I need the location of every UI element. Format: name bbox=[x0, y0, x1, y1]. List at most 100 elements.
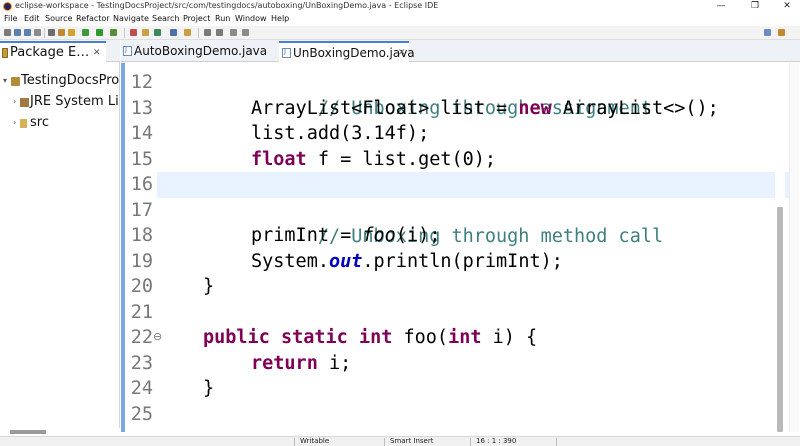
print-icon[interactable] bbox=[34, 29, 41, 36]
close-icon[interactable]: ✕ bbox=[398, 48, 406, 58]
library-icon bbox=[20, 98, 29, 107]
new-icon[interactable] bbox=[4, 29, 11, 36]
menu-source[interactable]: Source bbox=[45, 14, 72, 23]
tree-item-jre-library[interactable]: › JRE System Li bbox=[0, 93, 120, 113]
line-number: 22 bbox=[130, 327, 153, 348]
status-separator bbox=[294, 438, 295, 446]
terminal-icon[interactable] bbox=[48, 29, 55, 36]
code-keyword: int bbox=[448, 327, 482, 348]
tree-item-label: TestingDocsPro bbox=[21, 73, 120, 88]
status-writable: Writable bbox=[300, 437, 330, 445]
save-icon[interactable] bbox=[14, 29, 21, 36]
code-line-12: // Unboxing through assignment bbox=[251, 70, 652, 119]
code-text: System. bbox=[251, 251, 329, 272]
menu-search[interactable]: Search bbox=[152, 14, 179, 23]
line-number: 23 bbox=[130, 353, 153, 374]
save-all-icon[interactable] bbox=[24, 29, 31, 36]
code-text: primInt = bbox=[251, 225, 363, 246]
code-keyword: float bbox=[251, 149, 307, 170]
package-explorer-hscrollbar[interactable] bbox=[0, 428, 120, 436]
status-cursor-position[interactable]: 16 : 1 : 390 bbox=[476, 437, 516, 445]
window-title: eclipse-workspace - TestingDocsProject/s… bbox=[15, 1, 439, 10]
back-icon[interactable] bbox=[230, 29, 237, 36]
line-number: 11 bbox=[125, 63, 153, 70]
project-icon bbox=[11, 77, 20, 86]
java-perspective-icon[interactable] bbox=[778, 29, 785, 36]
fold-collapse-icon[interactable]: ⊖ bbox=[153, 330, 162, 343]
external-tools-icon[interactable] bbox=[68, 29, 75, 36]
maximize-button[interactable]: ❐ bbox=[744, 0, 766, 12]
scrollbar-thumb[interactable] bbox=[10, 430, 46, 434]
menu-bar: File Edit Source Refactor Navigate Searc… bbox=[0, 13, 800, 26]
package-explorer-icon bbox=[2, 48, 8, 58]
build-icon[interactable] bbox=[58, 29, 65, 36]
package-explorer-panel: Package E… ✕ ▾ TestingDocsPro › JRE Syst… bbox=[0, 40, 120, 432]
eclipse-logo-icon bbox=[3, 2, 12, 11]
status-insert-mode[interactable]: Smart Insert bbox=[390, 437, 433, 445]
menu-edit[interactable]: Edit bbox=[24, 14, 40, 23]
java-file-icon bbox=[282, 47, 291, 58]
debug-icon[interactable] bbox=[82, 29, 89, 36]
toolbar-separator bbox=[44, 28, 45, 38]
title-bar: eclipse-workspace - TestingDocsProject/s… bbox=[0, 0, 800, 13]
tree-item-src[interactable]: › src bbox=[0, 114, 120, 134]
open-perspective-icon[interactable] bbox=[764, 29, 771, 36]
open-type-icon[interactable] bbox=[170, 29, 177, 36]
forward-icon[interactable] bbox=[242, 29, 249, 36]
line-number: 18 bbox=[130, 225, 153, 246]
code-line-19: System.out.println(primInt); bbox=[251, 249, 563, 275]
overview-ruler[interactable] bbox=[789, 63, 799, 432]
vertical-scrollbar[interactable] bbox=[775, 63, 785, 432]
code-line-23: return i; bbox=[251, 351, 351, 377]
current-line-highlight bbox=[157, 172, 797, 198]
tab-autoboxingdemo[interactable]: AutoBoxingDemo.java bbox=[121, 41, 276, 62]
search-icon[interactable] bbox=[184, 29, 191, 36]
line-number: 14 bbox=[130, 123, 153, 144]
menu-window[interactable]: Window bbox=[235, 14, 267, 23]
menu-project[interactable]: Project bbox=[183, 14, 210, 23]
tree-item-project[interactable]: ▾ TestingDocsPro bbox=[0, 72, 120, 92]
minimize-button[interactable]: — bbox=[710, 0, 732, 12]
code-line-22: public static int foo(int i) { bbox=[203, 325, 537, 351]
code-line-15: float f = list.get(0); bbox=[251, 147, 496, 173]
new-class-icon[interactable] bbox=[154, 29, 161, 36]
collapse-arrow-icon[interactable]: › bbox=[13, 97, 16, 106]
line-number: 25 bbox=[130, 404, 153, 425]
code-line-18: primInt = foo(i); bbox=[251, 223, 440, 249]
menu-refactor[interactable]: Refactor bbox=[76, 14, 110, 23]
expand-arrow-icon[interactable]: ▾ bbox=[3, 76, 7, 85]
line-number: 16 bbox=[130, 174, 153, 195]
menu-navigate[interactable]: Navigate bbox=[113, 14, 149, 23]
line-number: 21 bbox=[130, 302, 153, 323]
prev-annotation-icon[interactable] bbox=[216, 29, 223, 36]
code-method-call: foo bbox=[362, 225, 396, 246]
tab-package-explorer[interactable]: Package E… ✕ bbox=[0, 41, 106, 62]
code-text: ArrayList<Float> list = bbox=[251, 98, 519, 119]
code-text: .println(primInt); bbox=[362, 251, 563, 272]
scrollbar-thumb[interactable] bbox=[777, 207, 783, 432]
menu-file[interactable]: File bbox=[4, 14, 17, 23]
close-icon[interactable]: ✕ bbox=[93, 48, 101, 58]
java-file-icon bbox=[123, 45, 132, 56]
collapse-arrow-icon[interactable]: › bbox=[13, 118, 16, 127]
new-java-project-icon[interactable] bbox=[130, 29, 137, 36]
package-explorer-tabbar: Package E… ✕ bbox=[0, 40, 120, 62]
close-window-button[interactable]: ✕ bbox=[776, 0, 798, 12]
coverage-icon[interactable] bbox=[110, 29, 117, 36]
code-area[interactable]: 11 12 13 14 15 16 17 18 19 20 21 22 23 2… bbox=[121, 63, 800, 432]
menu-run[interactable]: Run bbox=[215, 14, 230, 23]
code-text: list.add(3.14f); bbox=[251, 123, 430, 144]
toolbar-separator bbox=[198, 28, 199, 38]
code-line-14: list.add(3.14f); bbox=[251, 121, 429, 147]
tab-unboxingdemo[interactable]: UnBoxingDemo.java ✕ bbox=[279, 41, 415, 62]
code-line-13: ArrayList<Float> list = new ArrayList<>(… bbox=[251, 96, 719, 122]
code-static-field: out bbox=[328, 251, 363, 272]
line-number: 17 bbox=[130, 200, 153, 221]
next-annotation-icon[interactable] bbox=[204, 29, 211, 36]
menu-help[interactable]: Help bbox=[271, 14, 289, 23]
line-number: 13 bbox=[130, 98, 153, 119]
new-package-icon[interactable] bbox=[142, 29, 149, 36]
code-text: i; bbox=[317, 353, 352, 374]
run-icon[interactable] bbox=[96, 29, 103, 36]
code-keyword: return bbox=[251, 353, 318, 374]
